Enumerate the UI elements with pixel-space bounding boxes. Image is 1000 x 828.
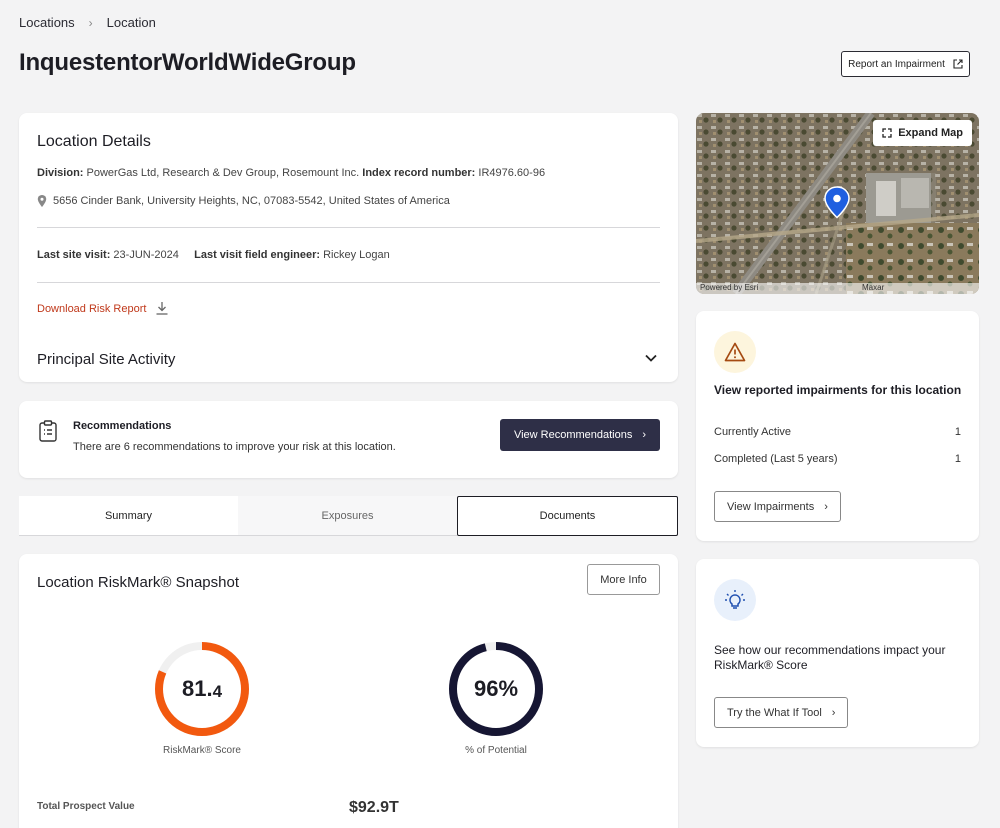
map-attribution: Powered by Esri Maxar [696, 283, 979, 294]
recommendations-card: Recommendations There are 6 recommendati… [19, 401, 678, 478]
breadcrumb-locations[interactable]: Locations [19, 15, 75, 30]
view-impairments-button[interactable]: View Impairments › [714, 491, 841, 522]
division-label: Division: [37, 167, 84, 179]
location-details-card: Location Details Division: PowerGas Ltd,… [19, 113, 678, 382]
riskmark-score-label: RiskMark® Score [163, 745, 241, 756]
recommendations-title: Recommendations [73, 420, 172, 432]
last-visit-value: 23-JUN-2024 [113, 249, 179, 261]
report-impairment-label: Report an Impairment [848, 58, 945, 70]
divider [37, 227, 660, 228]
tab-summary[interactable]: Summary [19, 496, 238, 536]
recommendations-text: There are 6 recommendations to improve y… [73, 441, 396, 453]
expand-map-button[interactable]: Expand Map [873, 120, 972, 146]
whatif-card: See how our recommendations impact your … [696, 559, 979, 747]
impairment-row-active: Currently Active 1 [714, 426, 961, 438]
division-line: Division: PowerGas Ltd, Research & Dev G… [37, 167, 545, 179]
riskmark-score-dec: 4 [212, 681, 223, 701]
chevron-right-icon: › [824, 500, 828, 513]
expand-icon [882, 128, 892, 138]
page-title: InquestentorWorldWideGroup [19, 49, 356, 76]
riskmark-score-value: 81. 4 [152, 639, 252, 739]
map-source: Maxar [862, 283, 885, 292]
riskmark-score-gauge: 81. 4 [152, 639, 252, 739]
principal-site-activity-label: Principal Site Activity [37, 351, 176, 368]
chevron-right-icon: › [831, 706, 836, 719]
engineer-label: Last visit field engineer: [194, 249, 321, 261]
view-recommendations-label: View Recommendations [513, 429, 633, 441]
impairment-row-completed: Completed (Last 5 years) 1 [714, 453, 961, 465]
try-what-if-label: Try the What If Tool [727, 706, 822, 719]
impairment-row-value: 1 [954, 426, 961, 438]
download-risk-report-link[interactable]: Download Risk Report [37, 302, 168, 315]
divider [37, 282, 660, 283]
warning-icon-circle [714, 331, 756, 373]
potential-label: % of Potential [465, 745, 527, 756]
expand-map-label: Expand Map [898, 127, 963, 139]
location-details-title: Location Details [37, 133, 151, 150]
breadcrumb-current: Location [106, 15, 156, 30]
total-prospect-label: Total Prospect Value [37, 801, 135, 812]
breadcrumb: Locations › Location [19, 15, 156, 30]
last-visit-line: Last site visit: 23-JUN-2024 Last visit … [37, 249, 390, 261]
index-record-label: Index record number: [362, 167, 476, 179]
clipboard-icon [39, 420, 57, 442]
report-impairment-button[interactable]: Report an Impairment [841, 51, 970, 77]
impairment-row-label: Completed (Last 5 years) [714, 453, 838, 465]
view-impairments-label: View Impairments [727, 500, 815, 513]
location-pin-icon [37, 195, 47, 207]
tab-documents[interactable]: Documents [457, 496, 678, 536]
lightbulb-icon [725, 590, 745, 609]
engineer-value: Rickey Logan [323, 249, 390, 261]
potential-gauge: 96% [446, 639, 546, 739]
tab-exposures[interactable]: Exposures [238, 496, 457, 536]
impairments-title: View reported impairments for this locat… [714, 383, 962, 397]
whatif-title: See how our recommendations impact your … [714, 643, 946, 672]
more-info-button[interactable]: More Info [587, 564, 660, 595]
tab-bar: Summary Exposures Documents [19, 496, 678, 536]
chevron-down-icon[interactable] [644, 353, 658, 363]
chevron-right-icon: › [642, 429, 647, 441]
chevron-right-icon: › [88, 15, 93, 30]
lightbulb-icon-circle [714, 579, 756, 621]
last-visit-label: Last site visit: [37, 249, 111, 261]
impairments-card: View reported impairments for this locat… [696, 311, 979, 541]
external-link-icon [953, 59, 963, 69]
impairment-row-label: Currently Active [714, 426, 792, 438]
warning-icon [724, 342, 746, 362]
riskmark-score-int: 81. [181, 676, 213, 701]
download-label: Download Risk Report [37, 302, 147, 315]
riskmark-snapshot-card: Location RiskMark® Snapshot More Info 81… [19, 554, 678, 828]
index-record-value: IR4976.60-96 [478, 167, 546, 179]
location-map[interactable]: Expand Map Powered by Esri Maxar [696, 113, 979, 294]
download-icon [156, 302, 168, 315]
snapshot-title: Location RiskMark® Snapshot [37, 574, 239, 591]
try-what-if-button[interactable]: Try the What If Tool › [714, 697, 849, 728]
view-recommendations-button[interactable]: View Recommendations › [500, 419, 660, 451]
address-line: 5656 Cinder Bank, University Heights, NC… [37, 195, 450, 207]
map-powered-by[interactable]: Powered by Esri [700, 283, 758, 292]
impairment-row-value: 1 [954, 453, 961, 465]
potential-value: 96% [473, 676, 519, 701]
division-value: PowerGas Ltd, Research & Dev Group, Rose… [86, 167, 360, 179]
total-prospect-value: $92.9T [349, 799, 399, 816]
address-text: 5656 Cinder Bank, University Heights, NC… [53, 195, 450, 207]
